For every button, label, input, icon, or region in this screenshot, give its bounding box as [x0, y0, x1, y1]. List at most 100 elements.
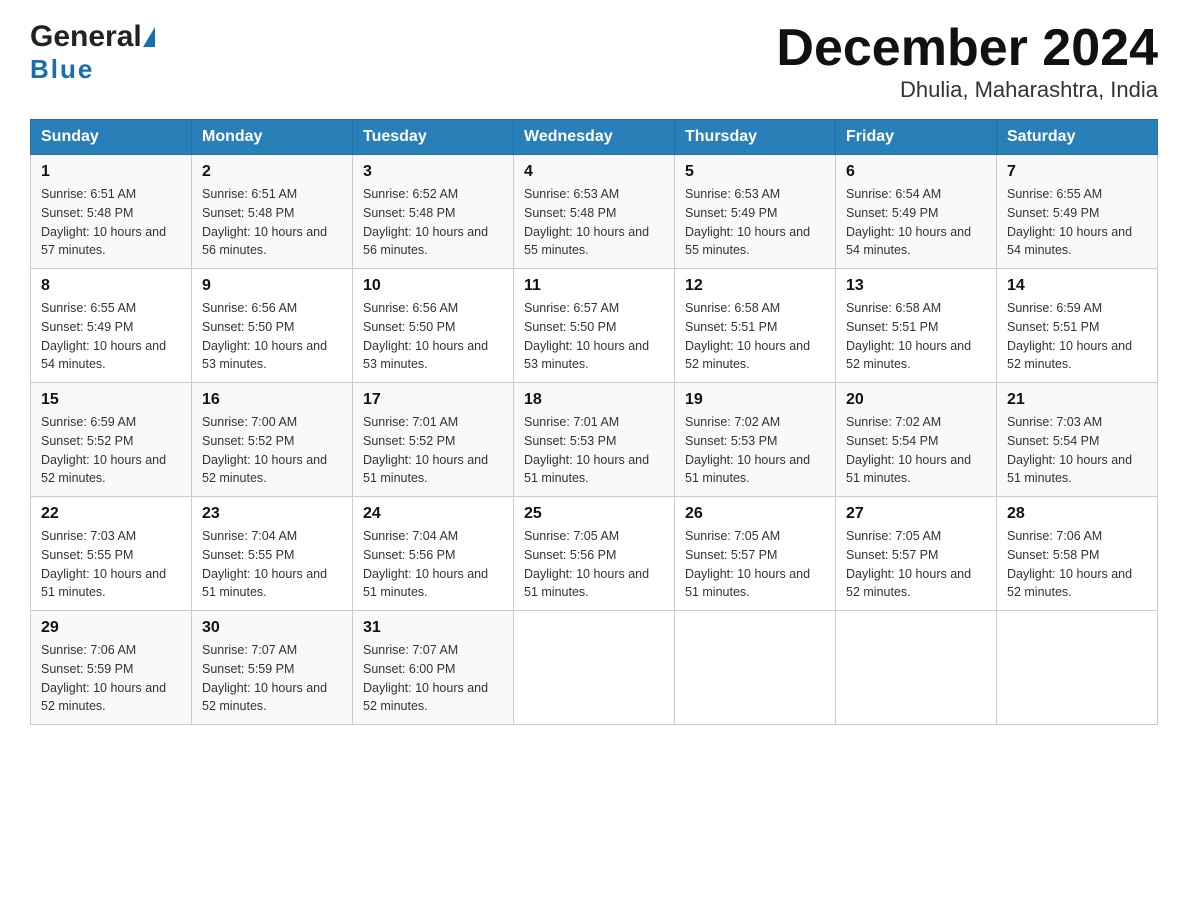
day-info: Sunrise: 6:58 AM Sunset: 5:51 PM Dayligh…: [685, 299, 825, 374]
calendar-cell: 14 Sunrise: 6:59 AM Sunset: 5:51 PM Dayl…: [997, 269, 1158, 383]
day-info: Sunrise: 6:57 AM Sunset: 5:50 PM Dayligh…: [524, 299, 664, 374]
day-number: 30: [202, 619, 342, 637]
day-number: 17: [363, 391, 503, 409]
calendar-week-5: 29 Sunrise: 7:06 AM Sunset: 5:59 PM Dayl…: [31, 611, 1158, 725]
logo-blue-text: Blue: [30, 54, 94, 85]
day-info: Sunrise: 7:01 AM Sunset: 5:53 PM Dayligh…: [524, 413, 664, 488]
calendar-subtitle: Dhulia, Maharashtra, India: [776, 77, 1158, 103]
day-number: 31: [363, 619, 503, 637]
day-number: 6: [846, 163, 986, 181]
day-number: 2: [202, 163, 342, 181]
day-info: Sunrise: 6:56 AM Sunset: 5:50 PM Dayligh…: [202, 299, 342, 374]
day-number: 26: [685, 505, 825, 523]
day-number: 5: [685, 163, 825, 181]
day-header-row: SundayMondayTuesdayWednesdayThursdayFrid…: [31, 120, 1158, 155]
calendar-cell: 22 Sunrise: 7:03 AM Sunset: 5:55 PM Dayl…: [31, 497, 192, 611]
calendar-body: 1 Sunrise: 6:51 AM Sunset: 5:48 PM Dayli…: [31, 155, 1158, 725]
calendar-cell: 31 Sunrise: 7:07 AM Sunset: 6:00 PM Dayl…: [353, 611, 514, 725]
calendar-table: SundayMondayTuesdayWednesdayThursdayFrid…: [30, 119, 1158, 725]
calendar-title: December 2024: [776, 20, 1158, 77]
day-info: Sunrise: 6:55 AM Sunset: 5:49 PM Dayligh…: [41, 299, 181, 374]
calendar-cell: 12 Sunrise: 6:58 AM Sunset: 5:51 PM Dayl…: [675, 269, 836, 383]
logo-arrow-icon: [143, 27, 155, 47]
day-info: Sunrise: 7:02 AM Sunset: 5:53 PM Dayligh…: [685, 413, 825, 488]
calendar-cell: 6 Sunrise: 6:54 AM Sunset: 5:49 PM Dayli…: [836, 155, 997, 269]
day-header-thursday: Thursday: [675, 120, 836, 155]
calendar-week-1: 1 Sunrise: 6:51 AM Sunset: 5:48 PM Dayli…: [31, 155, 1158, 269]
calendar-cell: 17 Sunrise: 7:01 AM Sunset: 5:52 PM Dayl…: [353, 383, 514, 497]
calendar-cell: 1 Sunrise: 6:51 AM Sunset: 5:48 PM Dayli…: [31, 155, 192, 269]
day-info: Sunrise: 6:56 AM Sunset: 5:50 PM Dayligh…: [363, 299, 503, 374]
logo-general-text: General: [30, 20, 142, 54]
calendar-cell: 24 Sunrise: 7:04 AM Sunset: 5:56 PM Dayl…: [353, 497, 514, 611]
day-info: Sunrise: 7:05 AM Sunset: 5:56 PM Dayligh…: [524, 527, 664, 602]
calendar-cell: 9 Sunrise: 6:56 AM Sunset: 5:50 PM Dayli…: [192, 269, 353, 383]
day-number: 4: [524, 163, 664, 181]
calendar-header: SundayMondayTuesdayWednesdayThursdayFrid…: [31, 120, 1158, 155]
day-info: Sunrise: 7:04 AM Sunset: 5:56 PM Dayligh…: [363, 527, 503, 602]
calendar-cell: 26 Sunrise: 7:05 AM Sunset: 5:57 PM Dayl…: [675, 497, 836, 611]
calendar-cell: 2 Sunrise: 6:51 AM Sunset: 5:48 PM Dayli…: [192, 155, 353, 269]
calendar-week-4: 22 Sunrise: 7:03 AM Sunset: 5:55 PM Dayl…: [31, 497, 1158, 611]
day-info: Sunrise: 7:04 AM Sunset: 5:55 PM Dayligh…: [202, 527, 342, 602]
calendar-cell: 5 Sunrise: 6:53 AM Sunset: 5:49 PM Dayli…: [675, 155, 836, 269]
calendar-cell: 3 Sunrise: 6:52 AM Sunset: 5:48 PM Dayli…: [353, 155, 514, 269]
calendar-week-2: 8 Sunrise: 6:55 AM Sunset: 5:49 PM Dayli…: [31, 269, 1158, 383]
calendar-cell: 15 Sunrise: 6:59 AM Sunset: 5:52 PM Dayl…: [31, 383, 192, 497]
day-info: Sunrise: 6:52 AM Sunset: 5:48 PM Dayligh…: [363, 185, 503, 260]
calendar-cell: [997, 611, 1158, 725]
day-info: Sunrise: 6:54 AM Sunset: 5:49 PM Dayligh…: [846, 185, 986, 260]
day-info: Sunrise: 6:53 AM Sunset: 5:49 PM Dayligh…: [685, 185, 825, 260]
day-number: 9: [202, 277, 342, 295]
calendar-cell: 10 Sunrise: 6:56 AM Sunset: 5:50 PM Dayl…: [353, 269, 514, 383]
page-header: General Blue December 2024 Dhulia, Mahar…: [30, 20, 1158, 103]
calendar-cell: 7 Sunrise: 6:55 AM Sunset: 5:49 PM Dayli…: [997, 155, 1158, 269]
day-number: 25: [524, 505, 664, 523]
day-info: Sunrise: 7:03 AM Sunset: 5:54 PM Dayligh…: [1007, 413, 1147, 488]
day-header-wednesday: Wednesday: [514, 120, 675, 155]
day-number: 24: [363, 505, 503, 523]
day-number: 12: [685, 277, 825, 295]
day-info: Sunrise: 7:01 AM Sunset: 5:52 PM Dayligh…: [363, 413, 503, 488]
calendar-cell: [836, 611, 997, 725]
day-header-sunday: Sunday: [31, 120, 192, 155]
title-block: December 2024 Dhulia, Maharashtra, India: [776, 20, 1158, 103]
day-number: 28: [1007, 505, 1147, 523]
day-info: Sunrise: 7:06 AM Sunset: 5:59 PM Dayligh…: [41, 641, 181, 716]
day-number: 10: [363, 277, 503, 295]
calendar-cell: 8 Sunrise: 6:55 AM Sunset: 5:49 PM Dayli…: [31, 269, 192, 383]
day-number: 8: [41, 277, 181, 295]
day-number: 21: [1007, 391, 1147, 409]
day-info: Sunrise: 7:05 AM Sunset: 5:57 PM Dayligh…: [685, 527, 825, 602]
calendar-cell: 20 Sunrise: 7:02 AM Sunset: 5:54 PM Dayl…: [836, 383, 997, 497]
day-number: 7: [1007, 163, 1147, 181]
day-info: Sunrise: 7:06 AM Sunset: 5:58 PM Dayligh…: [1007, 527, 1147, 602]
calendar-cell: 21 Sunrise: 7:03 AM Sunset: 5:54 PM Dayl…: [997, 383, 1158, 497]
day-info: Sunrise: 7:07 AM Sunset: 5:59 PM Dayligh…: [202, 641, 342, 716]
calendar-cell: 18 Sunrise: 7:01 AM Sunset: 5:53 PM Dayl…: [514, 383, 675, 497]
day-info: Sunrise: 6:53 AM Sunset: 5:48 PM Dayligh…: [524, 185, 664, 260]
calendar-cell: 30 Sunrise: 7:07 AM Sunset: 5:59 PM Dayl…: [192, 611, 353, 725]
day-number: 14: [1007, 277, 1147, 295]
calendar-week-3: 15 Sunrise: 6:59 AM Sunset: 5:52 PM Dayl…: [31, 383, 1158, 497]
day-number: 13: [846, 277, 986, 295]
day-number: 23: [202, 505, 342, 523]
calendar-cell: 4 Sunrise: 6:53 AM Sunset: 5:48 PM Dayli…: [514, 155, 675, 269]
day-number: 16: [202, 391, 342, 409]
day-info: Sunrise: 6:51 AM Sunset: 5:48 PM Dayligh…: [202, 185, 342, 260]
day-number: 19: [685, 391, 825, 409]
day-number: 29: [41, 619, 181, 637]
calendar-cell: 19 Sunrise: 7:02 AM Sunset: 5:53 PM Dayl…: [675, 383, 836, 497]
calendar-cell: 29 Sunrise: 7:06 AM Sunset: 5:59 PM Dayl…: [31, 611, 192, 725]
day-info: Sunrise: 6:58 AM Sunset: 5:51 PM Dayligh…: [846, 299, 986, 374]
calendar-cell: [675, 611, 836, 725]
day-info: Sunrise: 7:03 AM Sunset: 5:55 PM Dayligh…: [41, 527, 181, 602]
day-number: 1: [41, 163, 181, 181]
day-info: Sunrise: 6:51 AM Sunset: 5:48 PM Dayligh…: [41, 185, 181, 260]
calendar-cell: 11 Sunrise: 6:57 AM Sunset: 5:50 PM Dayl…: [514, 269, 675, 383]
day-header-tuesday: Tuesday: [353, 120, 514, 155]
day-number: 20: [846, 391, 986, 409]
day-info: Sunrise: 7:07 AM Sunset: 6:00 PM Dayligh…: [363, 641, 503, 716]
calendar-cell: 25 Sunrise: 7:05 AM Sunset: 5:56 PM Dayl…: [514, 497, 675, 611]
day-info: Sunrise: 7:00 AM Sunset: 5:52 PM Dayligh…: [202, 413, 342, 488]
